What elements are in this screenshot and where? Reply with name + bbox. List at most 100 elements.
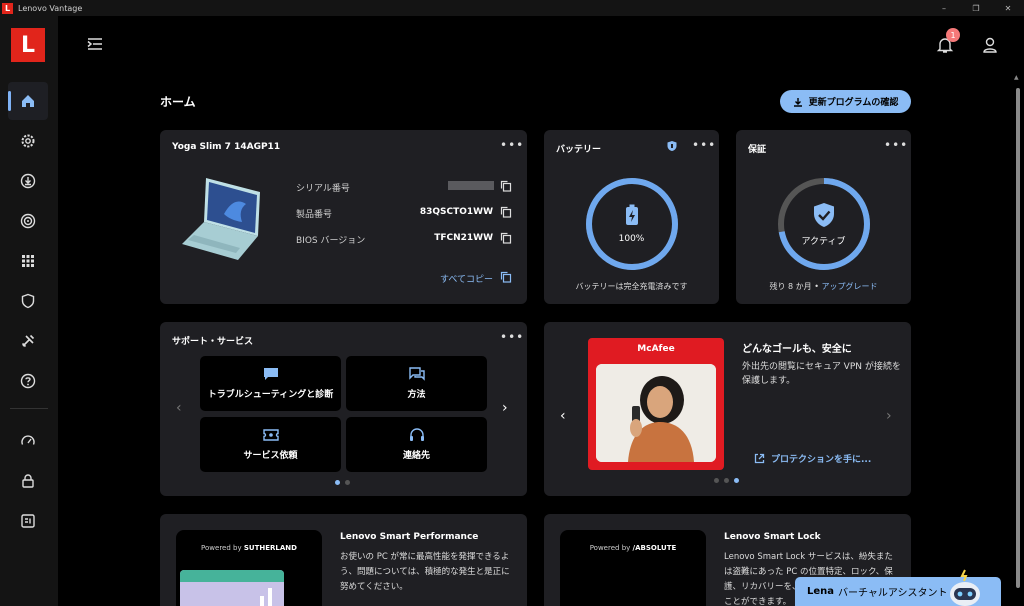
warranty-card[interactable]: 保証 ••• アクティブ 残り 8 か月 • アップグレード bbox=[736, 130, 911, 304]
gauge-icon bbox=[21, 435, 35, 445]
scroll-thumb[interactable] bbox=[1016, 88, 1020, 588]
sidebar-item-device-settings[interactable] bbox=[8, 122, 48, 160]
support-title: サポート・サービス bbox=[172, 337, 254, 347]
menu-toggle-icon[interactable] bbox=[86, 36, 104, 52]
ticket-icon bbox=[262, 429, 279, 441]
scrollbar[interactable]: ▲ bbox=[1014, 74, 1022, 606]
sidebar-item-updates[interactable] bbox=[8, 162, 48, 200]
check-updates-label: 更新プログラムの確認 bbox=[808, 98, 899, 108]
lock-icon bbox=[22, 474, 34, 488]
sidebar-divider bbox=[10, 408, 48, 409]
carousel-next-icon[interactable]: › bbox=[502, 400, 508, 416]
smart-performance-title: Lenovo Smart Performance bbox=[340, 532, 479, 542]
more-options-icon[interactable]: ••• bbox=[884, 139, 908, 151]
sidebar-item-home[interactable] bbox=[8, 82, 48, 120]
battery-charging-icon bbox=[626, 204, 638, 225]
sidebar-item-help[interactable] bbox=[8, 362, 48, 400]
product-number-value: 83QSCTO1WW bbox=[419, 207, 493, 217]
home-icon bbox=[22, 95, 34, 107]
battery-percent: 100% bbox=[618, 234, 645, 244]
window-title: Lenovo Vantage bbox=[18, 3, 83, 13]
copy-serial-icon[interactable] bbox=[500, 180, 512, 192]
copy-all-icon[interactable] bbox=[500, 271, 512, 283]
window-controls: – ❐ ✕ bbox=[928, 0, 1024, 16]
copy-bios-icon[interactable] bbox=[500, 232, 512, 244]
warranty-remaining: 残り 8 か月 • bbox=[769, 282, 822, 291]
scroll-up-arrow-icon[interactable]: ▲ bbox=[1014, 74, 1019, 81]
partner-name: /ABSOLUTE bbox=[632, 544, 677, 552]
warranty-footer: 残り 8 か月 • アップグレード bbox=[736, 281, 911, 292]
warranty-upgrade-link[interactable]: アップグレード bbox=[821, 282, 877, 291]
product-number-label: 製品番号 bbox=[296, 210, 333, 220]
warranty-status: アクティブ bbox=[801, 237, 846, 247]
title-bar: L Lenovo Vantage – ❐ ✕ bbox=[0, 0, 1024, 16]
warranty-title: 保証 bbox=[748, 145, 767, 155]
service-request-tile[interactable]: サービス依頼 bbox=[200, 417, 341, 472]
how-to-tile[interactable]: 方法 bbox=[346, 356, 487, 411]
restore-button[interactable]: ❐ bbox=[960, 0, 992, 16]
profile-icon[interactable] bbox=[982, 36, 998, 54]
service-request-label: サービス依頼 bbox=[243, 451, 298, 461]
promo-text: 外出先の閲覧にセキュア VPN が接続を保護します。 bbox=[742, 362, 901, 386]
smart-performance-image: Powered by SUTHERLAND bbox=[176, 530, 322, 606]
powered-by-label: Powered by bbox=[589, 544, 631, 552]
apps-grid-icon bbox=[22, 255, 34, 267]
app-logo-small: L bbox=[2, 2, 13, 14]
bios-value: TFCN21WW bbox=[434, 233, 493, 243]
more-options-icon[interactable]: ••• bbox=[500, 139, 524, 151]
promo-next-icon[interactable]: › bbox=[886, 408, 892, 424]
device-name: Yoga Slim 7 14AGP11 bbox=[172, 142, 281, 152]
illustration-window bbox=[180, 570, 284, 606]
sidebar-item-performance[interactable] bbox=[8, 422, 48, 460]
contact-label: 連絡先 bbox=[402, 451, 430, 461]
promo-carousel-dots bbox=[714, 478, 739, 483]
copy-product-number-icon[interactable] bbox=[500, 206, 512, 218]
carousel-dots bbox=[335, 480, 350, 485]
woman-with-phone-image bbox=[596, 364, 716, 462]
carousel-dot[interactable] bbox=[345, 480, 350, 485]
sidebar-item-smart-lock[interactable] bbox=[8, 462, 48, 500]
sidebar-item-apps[interactable] bbox=[8, 242, 48, 280]
sidebar-item-tools[interactable] bbox=[8, 322, 48, 360]
carousel-dot[interactable] bbox=[724, 478, 729, 483]
minimize-button[interactable]: – bbox=[928, 0, 960, 16]
carousel-dot[interactable] bbox=[734, 478, 739, 483]
copy-all-link[interactable]: すべてコピー bbox=[440, 272, 493, 285]
download-icon bbox=[793, 97, 802, 107]
promo-prev-icon[interactable]: ‹ bbox=[560, 408, 566, 424]
sidebar-item-security[interactable] bbox=[8, 282, 48, 320]
carousel-dot[interactable] bbox=[335, 480, 340, 485]
smart-performance-card[interactable]: Powered by SUTHERLAND Lenovo Smart Perfo… bbox=[160, 514, 527, 606]
sidebar: L bbox=[0, 16, 58, 606]
assistant-robot-icon[interactable] bbox=[945, 568, 985, 606]
shield-icon bbox=[21, 293, 35, 309]
mcafee-banner[interactable]: McAfee bbox=[588, 338, 724, 470]
more-options-icon[interactable]: ••• bbox=[692, 139, 716, 151]
shield-status-icon bbox=[667, 141, 677, 151]
close-button[interactable]: ✕ bbox=[992, 0, 1024, 16]
battery-status: バッテリーは完全充電済みです bbox=[575, 282, 688, 291]
sidebar-item-smart-features[interactable] bbox=[8, 202, 48, 240]
more-options-icon[interactable]: ••• bbox=[500, 331, 524, 343]
promo-photo bbox=[596, 364, 716, 462]
check-updates-button[interactable]: 更新プログラムの確認 bbox=[780, 90, 911, 113]
battery-title: バッテリー bbox=[556, 145, 602, 155]
smart-lock-title: Lenovo Smart Lock bbox=[724, 532, 821, 542]
lenovo-logo[interactable]: L bbox=[11, 28, 45, 62]
assistant-name: Lena bbox=[807, 586, 835, 597]
powered-by-absolute: Powered by /ABSOLUTE bbox=[560, 544, 706, 552]
serial-label: シリアル番号 bbox=[296, 184, 350, 194]
page-title: ホーム bbox=[160, 95, 196, 109]
carousel-prev-icon[interactable]: ‹ bbox=[176, 400, 182, 416]
carousel-dot[interactable] bbox=[714, 478, 719, 483]
shield-check-icon bbox=[814, 203, 834, 227]
get-protection-link[interactable]: プロテクションを手に... bbox=[754, 452, 871, 465]
partner-name: SUTHERLAND bbox=[243, 544, 297, 552]
headset-icon bbox=[409, 428, 424, 441]
troubleshoot-label: トラブルシューティングと診断 bbox=[207, 390, 334, 400]
contact-tile[interactable]: 連絡先 bbox=[346, 417, 487, 472]
troubleshoot-tile[interactable]: トラブルシューティングと診断 bbox=[200, 356, 341, 411]
sidebar-item-dashboard[interactable] bbox=[8, 502, 48, 540]
notification-badge: 1 bbox=[946, 28, 960, 42]
battery-card[interactable]: バッテリー ••• 100% バッテリーは完全充電済みです bbox=[544, 130, 719, 304]
